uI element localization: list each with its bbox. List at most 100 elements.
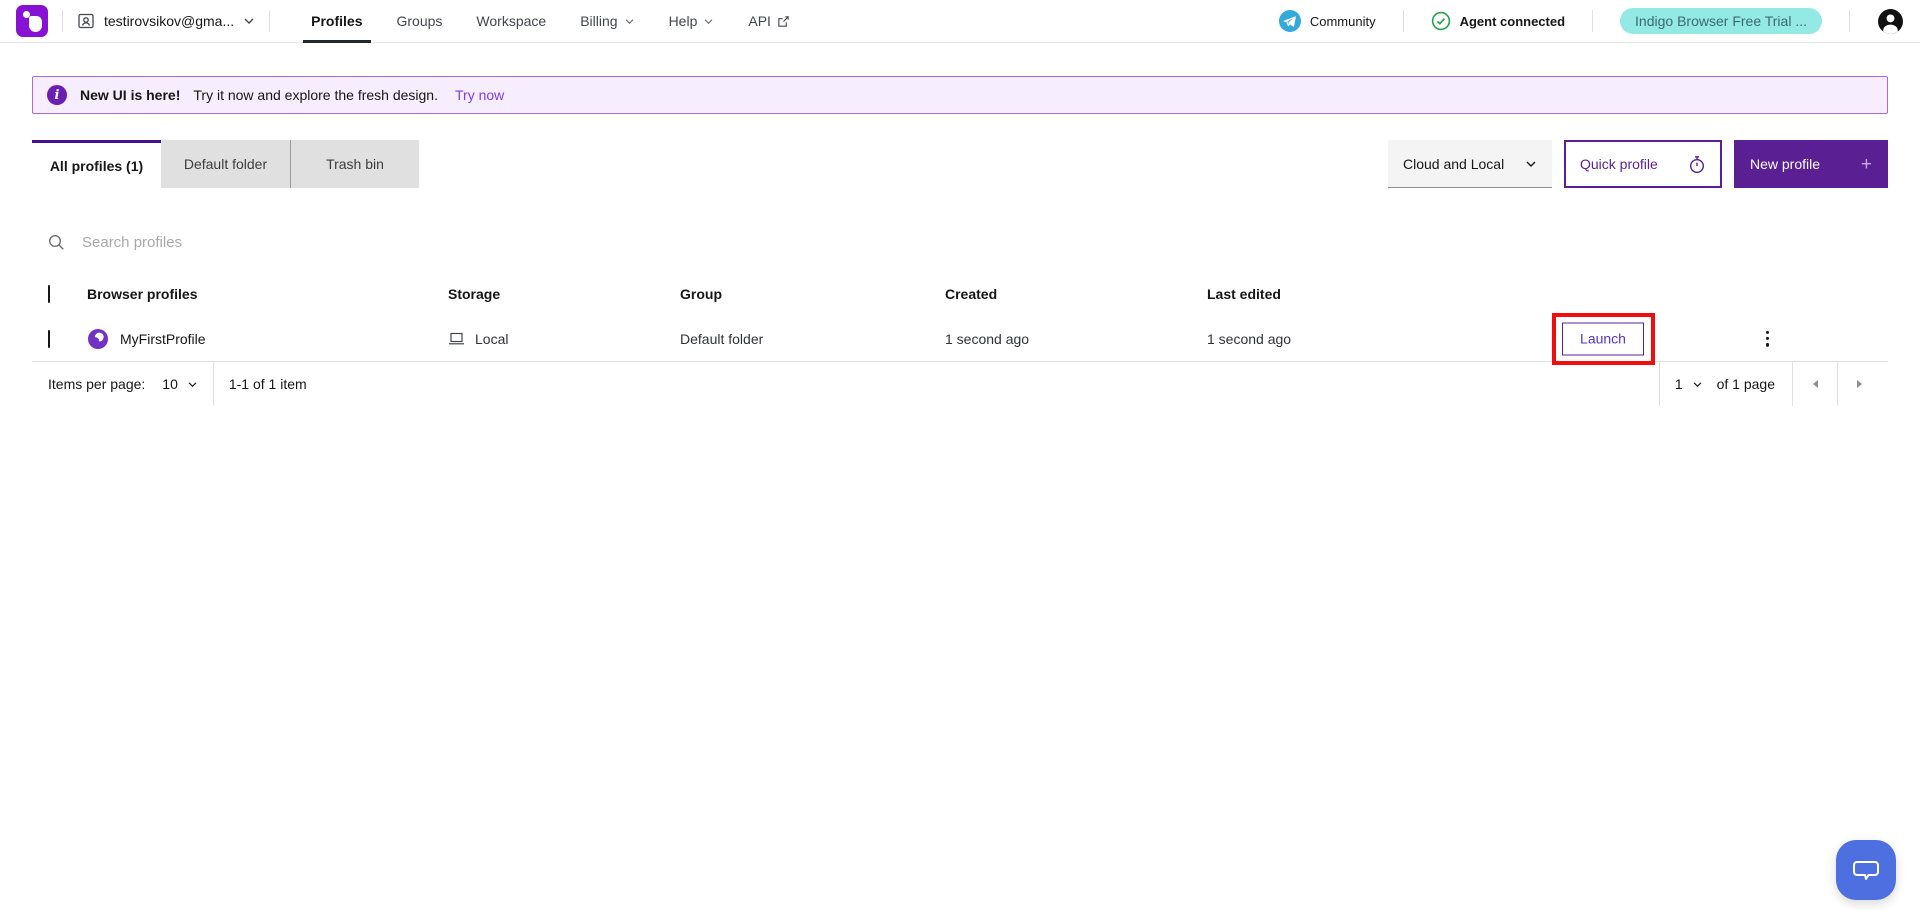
- agent-status-label: Agent connected: [1460, 14, 1565, 29]
- page-content: i New UI is here! Try it now and explore…: [0, 76, 1920, 406]
- launch-button[interactable]: Launch: [1562, 322, 1644, 355]
- account-switcher[interactable]: testirovsikov@gma...: [77, 12, 255, 30]
- banner-message: Try it now and explore the fresh design.: [193, 87, 438, 103]
- nav-label: Groups: [397, 13, 443, 29]
- nav-profiles[interactable]: Profiles: [294, 0, 379, 43]
- search-input[interactable]: [80, 233, 500, 252]
- top-bar: testirovsikov@gma... Profiles Groups Wor…: [0, 0, 1920, 43]
- chevron-down-icon: [1525, 160, 1537, 168]
- launch-cell: Launch: [1562, 322, 1644, 355]
- col-storage: Storage: [448, 286, 500, 302]
- account-card-icon: [77, 12, 95, 30]
- profile-name-cell[interactable]: MyFirstProfile: [87, 328, 206, 350]
- items-per-page-label: Items per page:: [48, 376, 145, 392]
- pagination-bar: Items per page: 10 1-1 of 1 item 1 of 1 …: [32, 362, 1888, 406]
- pagination-right: 1 of 1 page: [1644, 362, 1882, 406]
- nav-groups[interactable]: Groups: [380, 0, 460, 43]
- nav-label: Profiles: [311, 13, 362, 29]
- tab-label: Trash bin: [326, 156, 384, 172]
- new-ui-banner: i New UI is here! Try it now and explore…: [32, 76, 1888, 114]
- tabs-toolbar-row: All profiles (1) Default folder Trash bi…: [32, 140, 1888, 188]
- banner-title: New UI is here!: [80, 87, 180, 103]
- table-header: Browser profiles Storage Group Created L…: [32, 272, 1888, 316]
- nav-api[interactable]: API: [731, 0, 807, 43]
- check-circle-icon: [1431, 11, 1451, 31]
- tab-all-profiles[interactable]: All profiles (1): [32, 140, 161, 188]
- chevron-down-icon: [624, 18, 635, 25]
- chat-bubble-icon: [1851, 856, 1881, 884]
- col-browser-profiles: Browser profiles: [87, 286, 197, 302]
- divider: [1659, 362, 1660, 406]
- divider: [62, 10, 63, 32]
- prev-page-button[interactable]: [1793, 362, 1837, 406]
- col-group: Group: [680, 286, 722, 302]
- nav-billing[interactable]: Billing: [563, 0, 651, 43]
- chevron-down-icon: [187, 381, 198, 388]
- tab-label: Default folder: [184, 156, 267, 172]
- divider: [1403, 10, 1404, 32]
- folder-tabs: All profiles (1) Default folder Trash bi…: [32, 140, 419, 188]
- telegram-icon: [1279, 10, 1301, 32]
- topbar-right: Community Agent connected Indigo Browser…: [1279, 8, 1904, 35]
- app-logo[interactable]: [16, 5, 48, 37]
- nav-label: API: [748, 13, 771, 29]
- main-nav: Profiles Groups Workspace Billing Help A…: [294, 0, 807, 43]
- chevron-down-icon: [243, 17, 255, 25]
- divider: [1592, 10, 1593, 32]
- group-cell: Default folder: [680, 331, 763, 347]
- storage-cell: Local: [448, 331, 508, 347]
- support-chat-button[interactable]: [1836, 840, 1896, 900]
- info-icon: i: [47, 85, 67, 105]
- toolbar-actions: Cloud and Local Quick profile New profil…: [1388, 140, 1888, 188]
- pagination-left: Items per page: 10 1-1 of 1 item: [32, 362, 307, 406]
- tab-label: All profiles (1): [50, 158, 143, 174]
- profile-name: MyFirstProfile: [120, 331, 206, 347]
- nav-label: Workspace: [476, 13, 546, 29]
- banner-try-now-link[interactable]: Try now: [455, 87, 504, 103]
- laptop-icon: [448, 332, 465, 346]
- storage-value: Local: [475, 331, 508, 347]
- page-of-text: of 1 page: [1717, 376, 1775, 392]
- trial-badge[interactable]: Indigo Browser Free Trial ...: [1620, 8, 1822, 34]
- quick-profile-button[interactable]: Quick profile: [1564, 140, 1722, 188]
- col-last-edited: Last edited: [1207, 286, 1281, 302]
- chevron-down-icon: [703, 18, 714, 25]
- quick-profile-label: Quick profile: [1580, 156, 1658, 172]
- logo-drop: [29, 16, 42, 32]
- next-page-button[interactable]: [1838, 362, 1882, 406]
- nav-label: Billing: [580, 13, 617, 29]
- row-checkbox[interactable]: [48, 331, 50, 347]
- col-created: Created: [945, 286, 997, 302]
- nav-workspace[interactable]: Workspace: [459, 0, 563, 43]
- divider: [269, 10, 270, 32]
- agent-status: Agent connected: [1431, 11, 1565, 31]
- plus-icon: +: [1861, 155, 1872, 174]
- divider: [1849, 10, 1850, 32]
- chevron-down-icon: [1692, 381, 1703, 388]
- storage-filter-select[interactable]: Cloud and Local: [1388, 140, 1552, 188]
- storage-filter-value: Cloud and Local: [1403, 156, 1504, 172]
- timer-icon: [1688, 155, 1706, 174]
- search-icon: [48, 234, 65, 251]
- items-per-page-value: 10: [162, 376, 178, 392]
- page-value: 1: [1675, 376, 1683, 392]
- row-menu-kebab[interactable]: [1758, 324, 1777, 352]
- select-all-checkbox[interactable]: [48, 286, 50, 302]
- nav-help[interactable]: Help: [652, 0, 732, 43]
- new-profile-button[interactable]: New profile +: [1734, 140, 1888, 188]
- search-bar: [32, 222, 1888, 262]
- table-row: MyFirstProfile Local Default folder 1 se…: [32, 316, 1888, 362]
- tab-trash-bin[interactable]: Trash bin: [290, 140, 419, 188]
- avatar[interactable]: [1877, 8, 1904, 35]
- page-select[interactable]: 1: [1675, 376, 1703, 392]
- items-per-page-select[interactable]: 10: [162, 376, 198, 392]
- divider: [213, 362, 214, 406]
- new-profile-label: New profile: [1750, 156, 1820, 172]
- created-cell: 1 second ago: [945, 331, 1029, 347]
- last-edited-cell: 1 second ago: [1207, 331, 1291, 347]
- external-link-icon: [777, 15, 790, 28]
- nav-label: Help: [669, 13, 698, 29]
- account-email: testirovsikov@gma...: [104, 13, 234, 29]
- tab-default-folder[interactable]: Default folder: [161, 140, 290, 188]
- community-link[interactable]: Community: [1279, 10, 1376, 32]
